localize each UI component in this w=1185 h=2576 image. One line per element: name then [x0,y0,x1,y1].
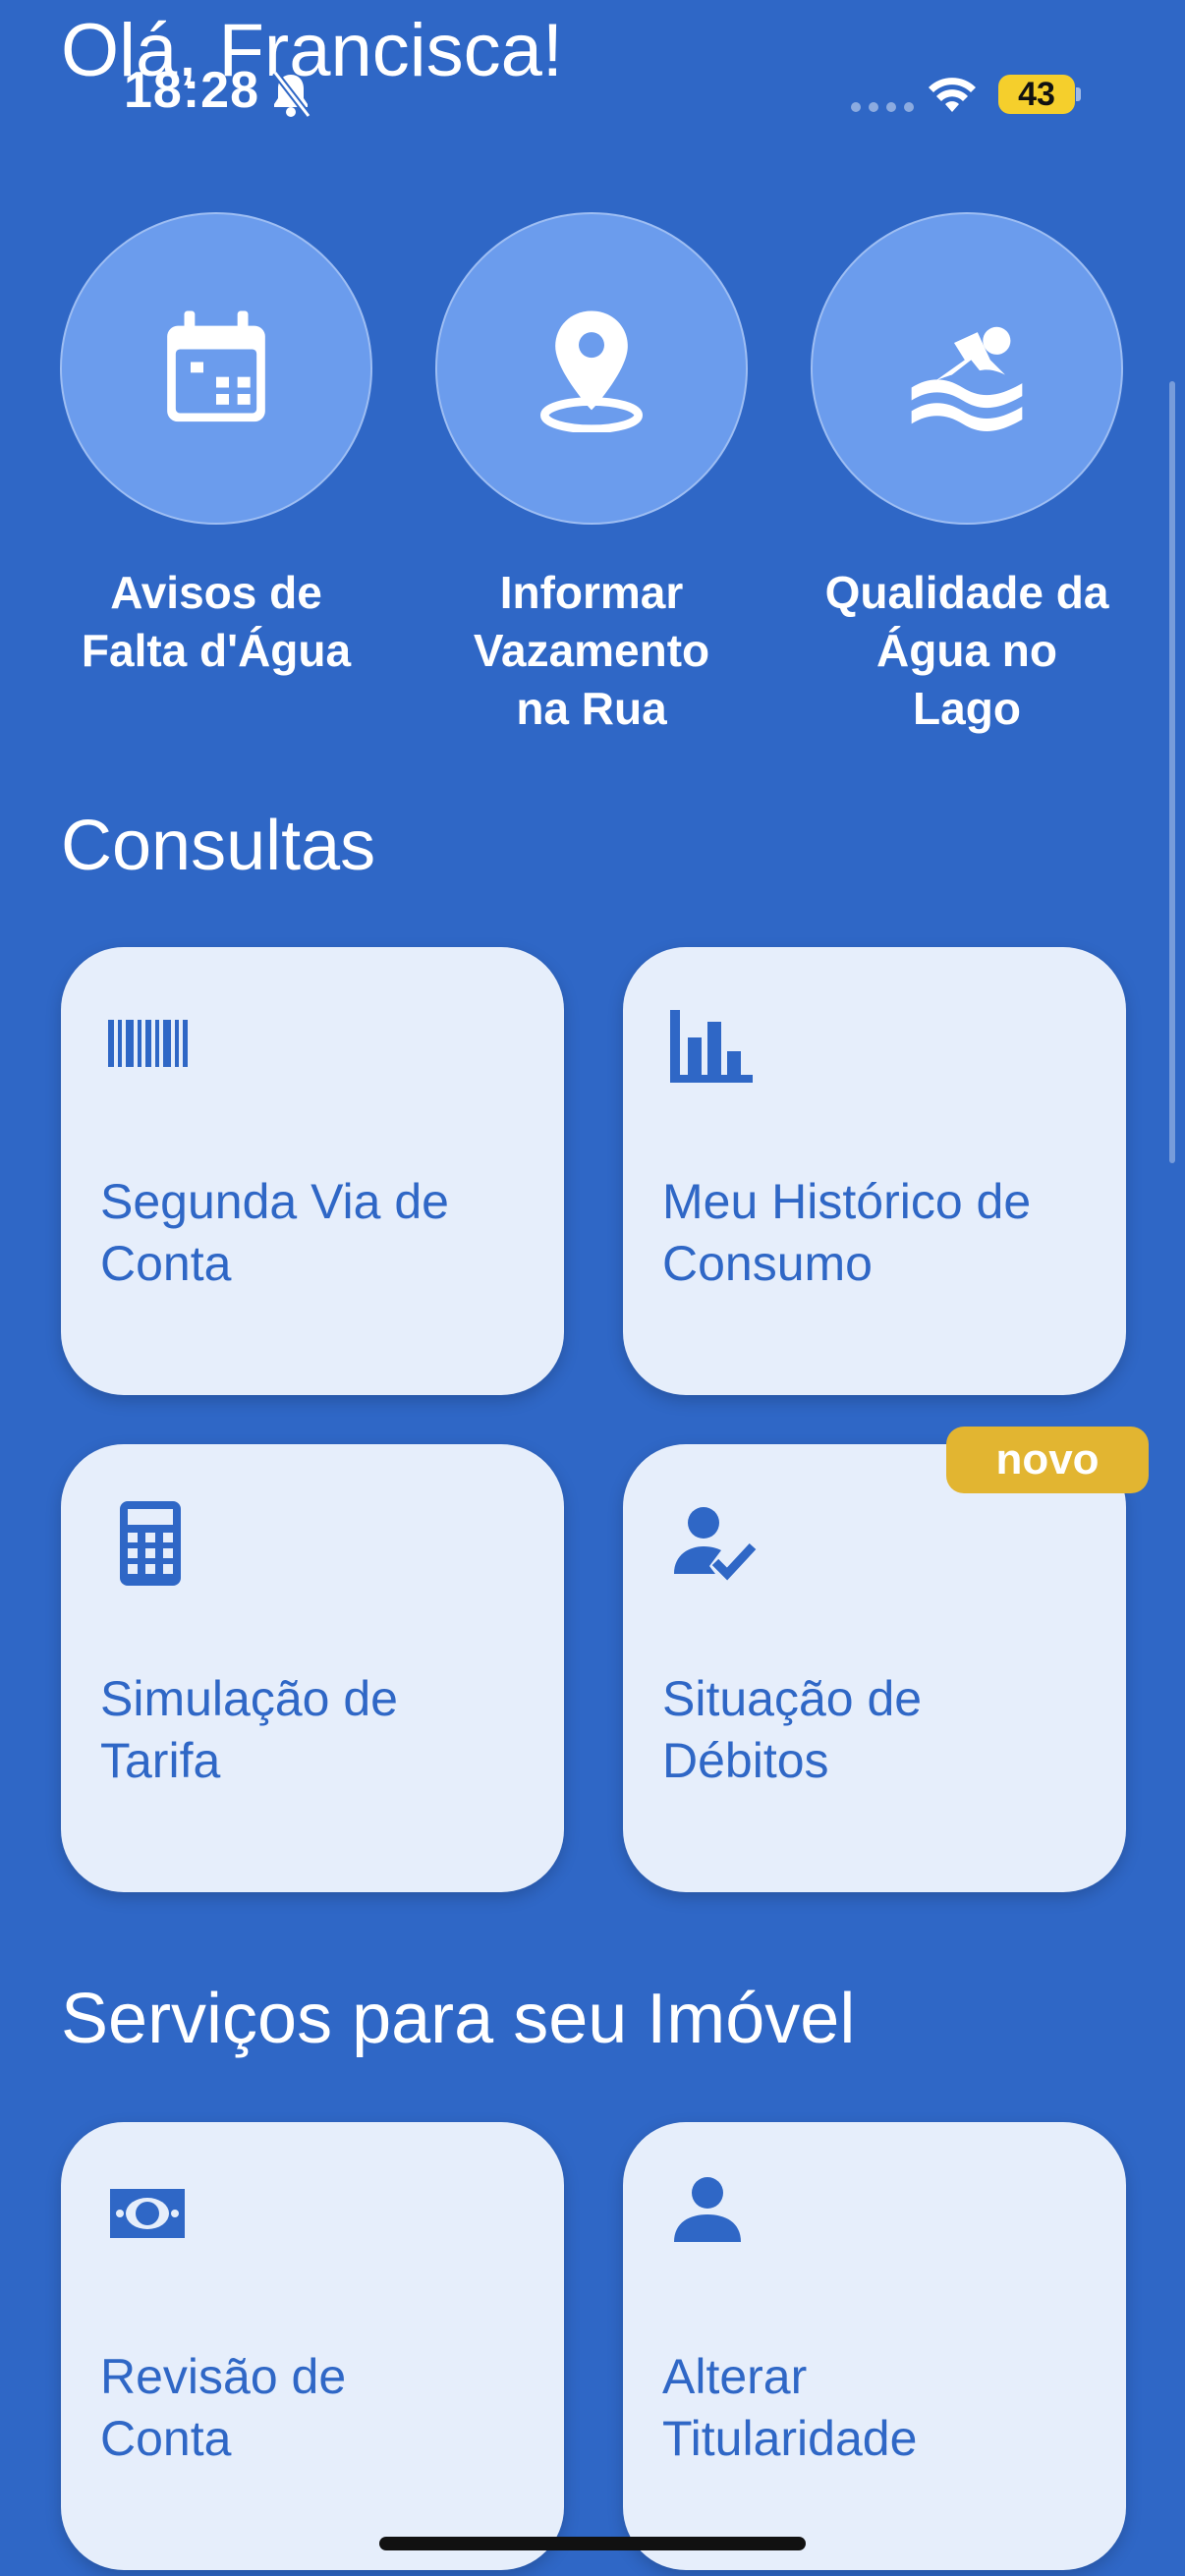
quick-action-report-leak[interactable]: Informar Vazamento na Rua [434,212,749,738]
card-situacao-debitos[interactable]: Situação de Débitos [623,1444,1126,1892]
status-time: 18:28 [124,62,259,119]
label-line: Informar [499,567,684,618]
person-check-icon [674,1507,757,1581]
label-line: Segunda Via de [100,1174,449,1229]
calculator-icon [120,1501,181,1586]
card-label: Meu Histórico de Consumo [662,1171,1095,1295]
label-line: Falta d'Água [81,625,352,676]
battery-icon: 43 [998,75,1075,114]
label-line: Conta [100,1236,232,1291]
location-pin-icon [540,310,643,432]
card-alterar-titularidade[interactable]: Alterar Titularidade [623,2122,1126,2570]
quick-action-label: Avisos de Falta d'Água [59,564,373,680]
new-badge: novo [946,1427,1149,1493]
label-line: Revisão de [100,2349,347,2404]
card-segunda-via[interactable]: Segunda Via de Conta [61,947,564,1395]
battery-tip [1076,87,1081,101]
wifi-icon [929,78,976,112]
card-label: Situação de Débitos [662,1668,1095,1792]
quick-action-circle[interactable] [60,212,372,525]
card-historico-consumo[interactable]: Meu Histórico de Consumo [623,947,1126,1395]
label-line: Consumo [662,1236,873,1291]
quick-action-label: Qualidade da Água no Lago [810,564,1124,738]
quick-action-circle[interactable] [435,212,748,525]
barcode-icon [108,1020,188,1067]
label-line: Simulação de [100,1671,398,1726]
quick-action-water-shortage[interactable]: Avisos de Falta d'Água [59,212,373,680]
money-bill-icon [110,2189,185,2238]
home-indicator[interactable] [379,2537,806,2550]
person-icon [674,2177,741,2242]
label-line: na Rua [516,683,667,734]
label-line: Vazamento [473,625,710,676]
signal-icon [851,102,914,112]
scrollbar[interactable] [1169,381,1175,1163]
label-line: Débitos [662,1733,829,1788]
calendar-icon [167,310,265,422]
bell-slash-icon [272,70,311,119]
label-line: Tarifa [100,1733,221,1788]
label-line: Titularidade [662,2411,918,2466]
label-line: Situação de [662,1671,923,1726]
card-label: Alterar Titularidade [662,2346,1095,2470]
card-label: Revisão de Conta [100,2346,533,2470]
swimmer-icon [911,326,1023,431]
label-line: Qualidade da [824,567,1109,618]
card-simulacao-tarifa[interactable]: Simulação de Tarifa [61,1444,564,1892]
label-line: Alterar [662,2349,808,2404]
label-line: Lago [913,683,1021,734]
quick-action-circle[interactable] [811,212,1123,525]
card-revisao-conta[interactable]: Revisão de Conta [61,2122,564,2570]
quick-action-lake-quality[interactable]: Qualidade da Água no Lago [810,212,1124,738]
label-line: Água no [876,625,1057,676]
bar-chart-icon [670,1010,753,1083]
card-label: Segunda Via de Conta [100,1171,533,1295]
label-line: Conta [100,2411,232,2466]
label-line: Meu Histórico de [662,1174,1032,1229]
section-title-servicos: Serviços para seu Imóvel [61,1980,856,2058]
quick-action-label: Informar Vazamento na Rua [434,564,749,738]
card-label: Simulação de Tarifa [100,1668,533,1792]
label-line: Avisos de [110,567,322,618]
section-title-consultas: Consultas [61,807,376,885]
